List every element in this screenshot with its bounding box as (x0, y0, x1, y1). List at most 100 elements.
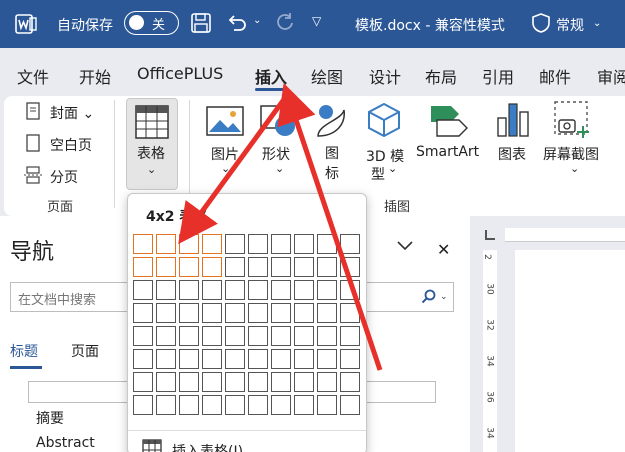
table-grid-cell[interactable] (271, 395, 291, 415)
table-button[interactable]: 表格 ⌄ (126, 98, 178, 190)
table-grid-cell[interactable] (294, 395, 314, 415)
table-grid-cell[interactable] (202, 372, 222, 392)
search-icon[interactable] (421, 289, 437, 305)
heading-item[interactable]: Abstract (36, 435, 95, 451)
heading-item[interactable]: 摘要 (36, 408, 64, 428)
tab-layout[interactable]: 布局 (425, 64, 457, 88)
table-grid-cell[interactable] (340, 257, 360, 277)
table-grid-cell[interactable] (156, 349, 176, 369)
blank-page-button[interactable]: 空白页 (50, 135, 92, 155)
table-grid-cell[interactable] (294, 372, 314, 392)
chevron-down-icon[interactable]: ⌄ (593, 18, 601, 29)
table-grid-cell[interactable] (340, 372, 360, 392)
table-grid-cell[interactable] (248, 326, 268, 346)
table-grid-cell[interactable] (179, 303, 199, 323)
tab-mailings[interactable]: 邮件 (539, 64, 571, 88)
smartart-button[interactable]: SmartArt (416, 144, 479, 160)
customize-toolbar-icon[interactable]: ▽ (312, 14, 321, 28)
table-grid-cell[interactable] (317, 349, 337, 369)
chart-button[interactable]: 图表 (498, 144, 526, 164)
sensitivity-label[interactable]: 常规 (556, 15, 584, 35)
table-grid-cell[interactable] (271, 257, 291, 277)
table-grid-cell[interactable] (248, 234, 268, 254)
table-grid-cell[interactable] (133, 257, 153, 277)
table-grid-cell[interactable] (340, 280, 360, 300)
table-grid-cell[interactable] (179, 326, 199, 346)
undo-dropdown-icon[interactable]: ⌄ (253, 15, 261, 26)
table-grid-cell[interactable] (156, 234, 176, 254)
table-grid-cell[interactable] (271, 326, 291, 346)
table-grid-cell[interactable] (317, 280, 337, 300)
tab-file[interactable]: 文件 (17, 64, 49, 88)
cover-page-button[interactable]: 封面 ⌄ (50, 103, 94, 123)
table-grid-cell[interactable] (294, 280, 314, 300)
table-grid-cell[interactable] (317, 372, 337, 392)
table-grid-cell[interactable] (133, 280, 153, 300)
undo-icon[interactable] (225, 11, 249, 35)
table-grid-cell[interactable] (133, 303, 153, 323)
table-grid-cell[interactable] (156, 257, 176, 277)
shapes-button[interactable]: 形状 (262, 144, 290, 164)
table-grid-cell[interactable] (133, 326, 153, 346)
table-grid-cell[interactable] (271, 234, 291, 254)
table-grid-cell[interactable] (225, 395, 245, 415)
3d-models-button[interactable]: 3D 模 (366, 146, 404, 166)
table-grid-cell[interactable] (340, 395, 360, 415)
tab-insert[interactable]: 插入 (255, 64, 287, 88)
table-grid-cell[interactable] (179, 372, 199, 392)
table-grid-cell[interactable] (294, 257, 314, 277)
table-grid-cell[interactable] (248, 280, 268, 300)
redo-icon[interactable] (273, 11, 297, 35)
tab-pages[interactable]: 页面 (71, 341, 99, 361)
tab-selector-icon[interactable] (485, 230, 495, 240)
table-grid-cell[interactable] (271, 372, 291, 392)
table-grid-cell[interactable] (225, 372, 245, 392)
table-grid-cell[interactable] (248, 349, 268, 369)
screenshot-button[interactable]: 屏幕截图 (543, 144, 599, 164)
table-grid-cell[interactable] (340, 326, 360, 346)
table-grid-cell[interactable] (133, 395, 153, 415)
page-break-button[interactable]: 分页 (50, 167, 78, 187)
table-grid-cell[interactable] (294, 326, 314, 346)
table-grid-cell[interactable] (225, 349, 245, 369)
table-grid-cell[interactable] (179, 280, 199, 300)
table-grid-cell[interactable] (317, 234, 337, 254)
table-grid-cell[interactable] (225, 257, 245, 277)
table-grid-cell[interactable] (340, 234, 360, 254)
table-grid-cell[interactable] (271, 349, 291, 369)
tab-draw[interactable]: 绘图 (311, 64, 343, 88)
table-grid-cell[interactable] (179, 395, 199, 415)
table-grid-cell[interactable] (156, 395, 176, 415)
table-grid-cell[interactable] (156, 303, 176, 323)
table-grid-cell[interactable] (156, 326, 176, 346)
icons-button[interactable]: 图 标 (324, 144, 340, 184)
tab-design[interactable]: 设计 (369, 64, 401, 88)
picture-button[interactable]: 图片 (211, 144, 239, 164)
tab-references[interactable]: 引用 (482, 64, 514, 88)
save-icon[interactable] (190, 12, 212, 34)
table-grid-cell[interactable] (156, 372, 176, 392)
table-grid-cell[interactable] (202, 257, 222, 277)
table-grid-cell[interactable] (225, 280, 245, 300)
insert-table-menu-item[interactable]: 插入表格(I)... (172, 441, 256, 452)
chevron-down-icon[interactable]: ⌄ (440, 292, 448, 302)
table-grid-cell[interactable] (202, 234, 222, 254)
autosave-toggle[interactable]: 关 (124, 11, 179, 35)
table-grid-cell[interactable] (248, 395, 268, 415)
tab-headings[interactable]: 标题 (10, 341, 38, 361)
table-grid-cell[interactable] (179, 257, 199, 277)
table-grid-cell[interactable] (248, 372, 268, 392)
tab-home[interactable]: 开始 (79, 64, 111, 88)
table-grid-cell[interactable] (294, 234, 314, 254)
table-grid-cell[interactable] (225, 326, 245, 346)
table-grid-cell[interactable] (225, 303, 245, 323)
tab-review[interactable]: 审阅 (597, 64, 625, 88)
shield-icon[interactable] (531, 12, 551, 34)
table-grid-cell[interactable] (179, 349, 199, 369)
table-grid-cell[interactable] (202, 303, 222, 323)
table-grid-cell[interactable] (340, 303, 360, 323)
table-grid-cell[interactable] (225, 234, 245, 254)
table-grid-cell[interactable] (248, 257, 268, 277)
chevron-down-icon[interactable] (396, 240, 414, 252)
table-grid-cell[interactable] (271, 303, 291, 323)
